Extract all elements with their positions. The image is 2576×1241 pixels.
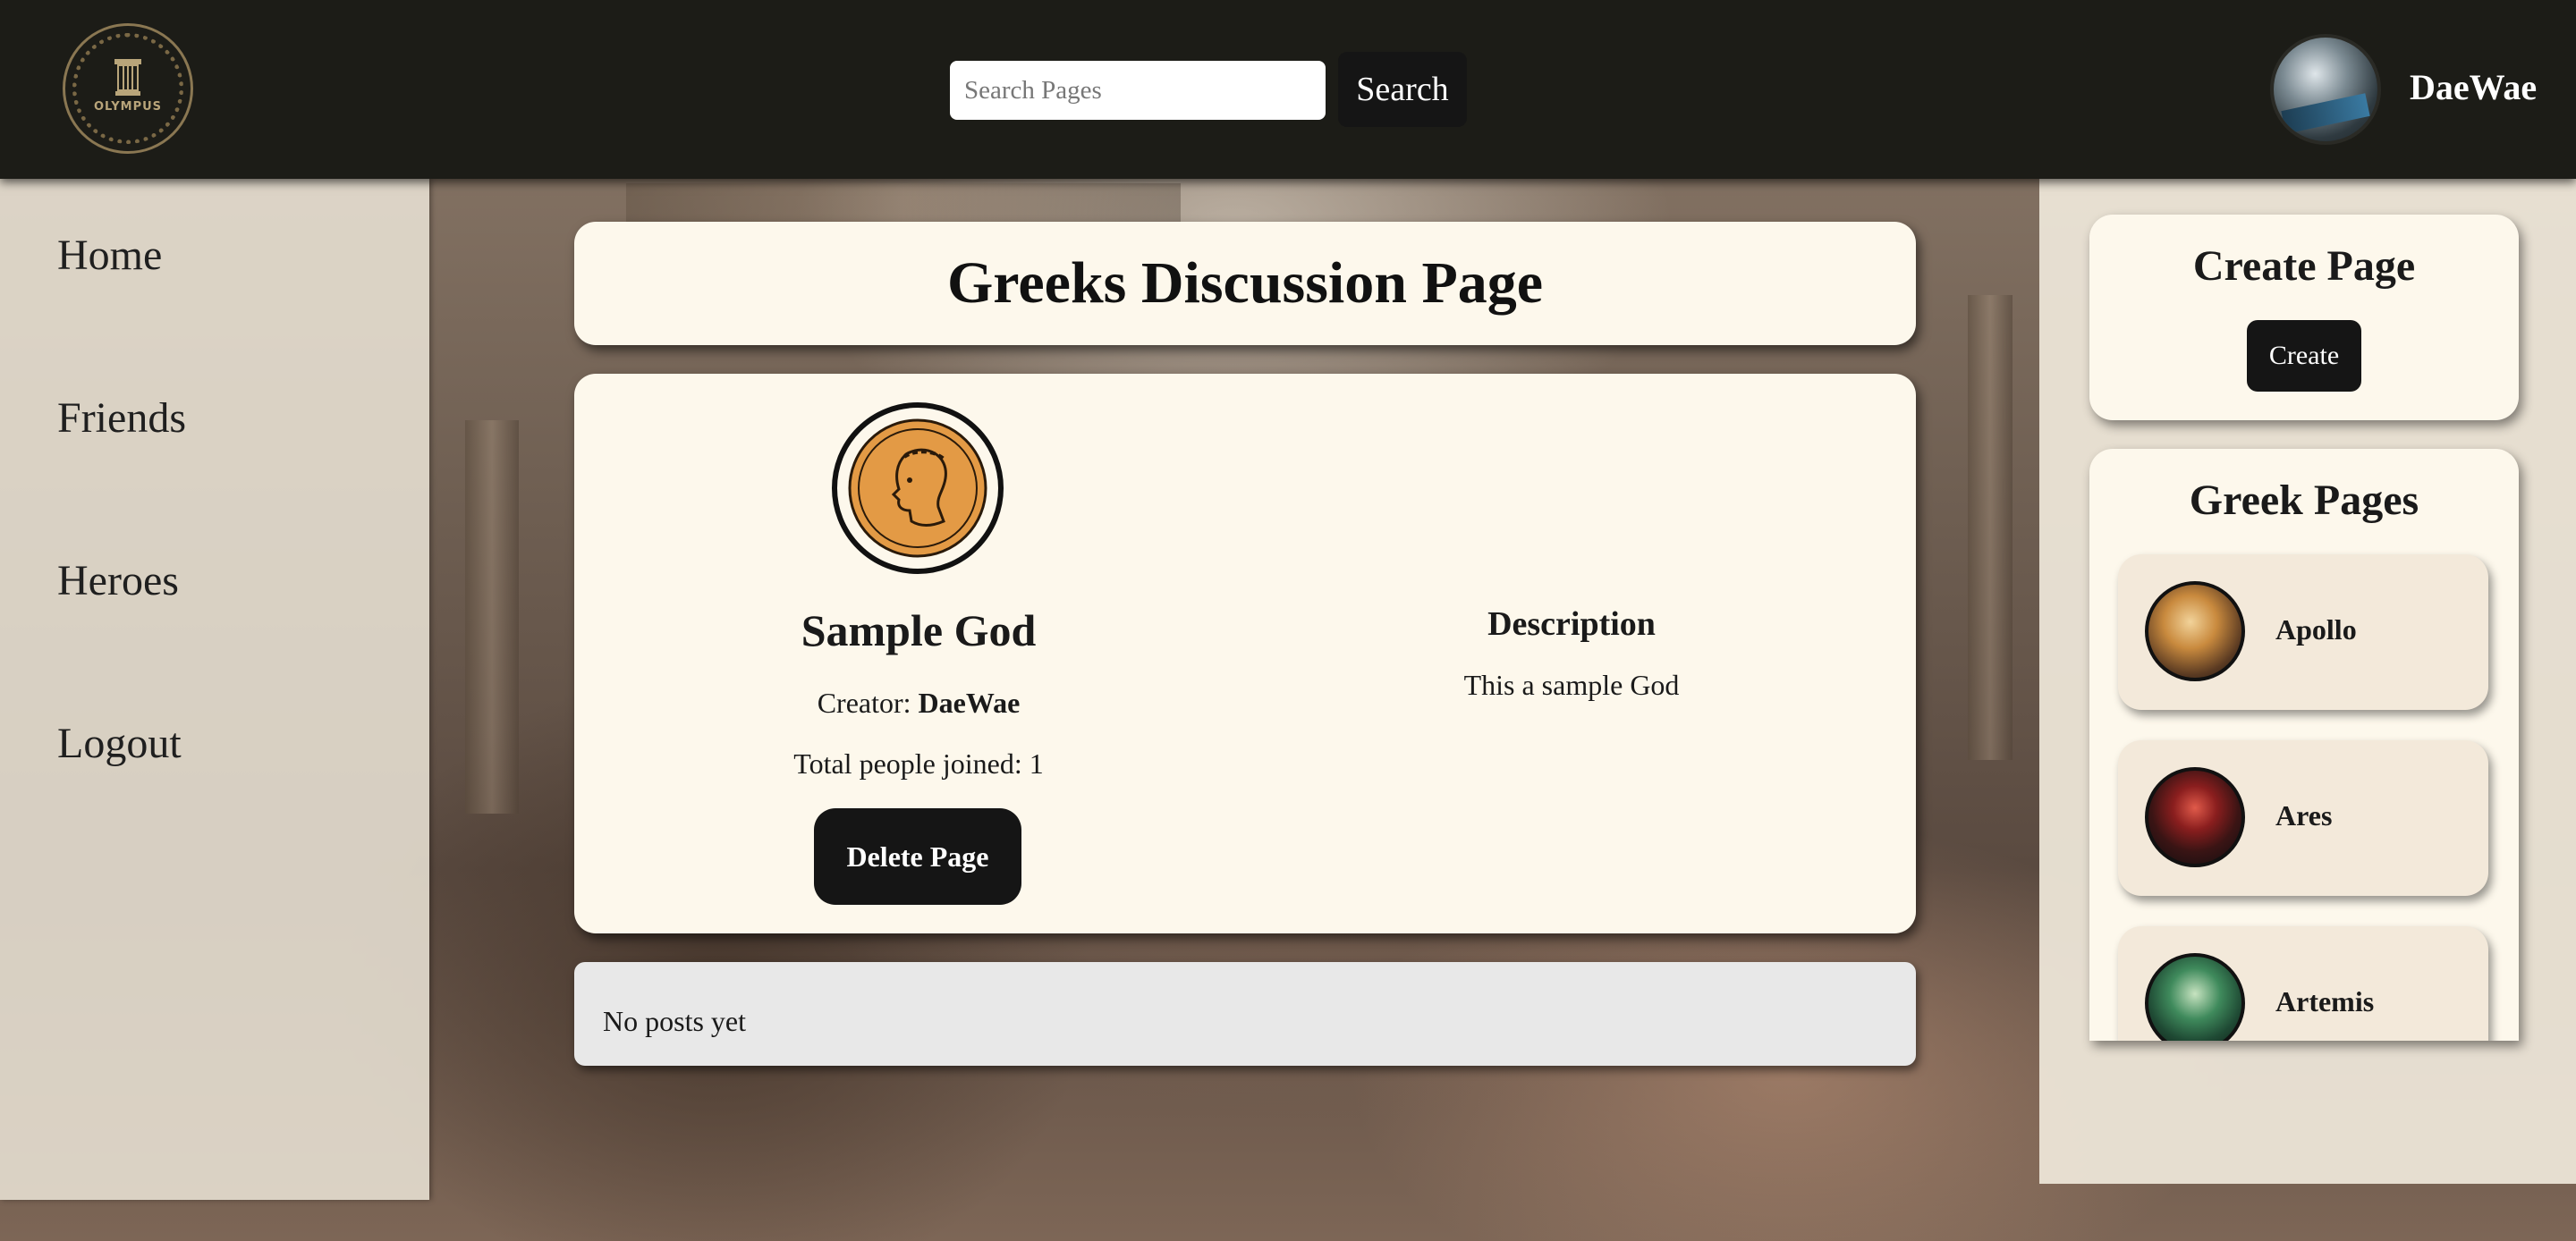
creator-line: Creator: DaeWae xyxy=(673,687,1165,720)
page-item-apollo[interactable]: Apollo xyxy=(2118,554,2488,710)
page-item-ares[interactable]: Ares xyxy=(2118,740,2488,896)
nav-heroes[interactable]: Heroes xyxy=(57,556,179,605)
background-column xyxy=(1968,295,2012,760)
delete-page-button[interactable]: Delete Page xyxy=(814,808,1021,905)
search-input[interactable] xyxy=(950,61,1326,120)
top-bar: OLYMPUS Search DaeWae xyxy=(0,0,2576,179)
column-icon xyxy=(114,58,141,96)
god-detail-card: Sample God Creator: DaeWae Total people … xyxy=(574,374,1916,933)
logo-text: OLYMPUS xyxy=(93,99,163,114)
coin-profile-icon xyxy=(848,418,987,558)
nav-friends[interactable]: Friends xyxy=(57,393,186,443)
search-button[interactable]: Search xyxy=(1338,52,1467,127)
username[interactable]: DaeWae xyxy=(2410,66,2537,108)
joined-count: Total people joined: 1 xyxy=(793,747,1044,780)
god-image xyxy=(832,402,1004,574)
artemis-thumbnail xyxy=(2145,953,2245,1041)
greek-pages-title: Greek Pages xyxy=(2189,477,2419,524)
god-name: Sample God xyxy=(801,605,1037,655)
posts-area: No posts yet xyxy=(574,962,1916,1066)
greek-pages-card: Greek Pages Apollo Ares Artemis xyxy=(2089,449,2519,1041)
page-name: Apollo xyxy=(2275,613,2357,646)
nav-logout[interactable]: Logout xyxy=(57,719,182,768)
create-page-card: Create Page Create xyxy=(2089,215,2519,420)
user-avatar[interactable] xyxy=(2270,34,2381,145)
page-name: Ares xyxy=(2275,799,2333,832)
page-title: Greeks Discussion Page xyxy=(946,250,1544,316)
page-title-card: Greeks Discussion Page xyxy=(574,222,1916,345)
ares-thumbnail xyxy=(2145,767,2245,867)
creator-label: Creator: xyxy=(817,687,919,719)
page-name: Artemis xyxy=(2275,985,2375,1017)
create-page-title: Create Page xyxy=(2192,242,2416,290)
olympus-logo[interactable]: OLYMPUS xyxy=(63,23,193,154)
background-column xyxy=(465,420,519,814)
page-item-artemis[interactable]: Artemis xyxy=(2118,926,2488,1041)
nav-home[interactable]: Home xyxy=(57,231,162,280)
description-heading: Description xyxy=(1487,605,1656,643)
left-sidebar: Home Friends Heroes Logout xyxy=(0,179,429,1200)
apollo-thumbnail xyxy=(2145,581,2245,681)
create-button[interactable]: Create xyxy=(2247,320,2361,392)
no-posts-text: No posts yet xyxy=(603,1005,746,1037)
description-text: This a sample God xyxy=(1463,669,1680,701)
creator-name[interactable]: DaeWae xyxy=(919,687,1021,719)
